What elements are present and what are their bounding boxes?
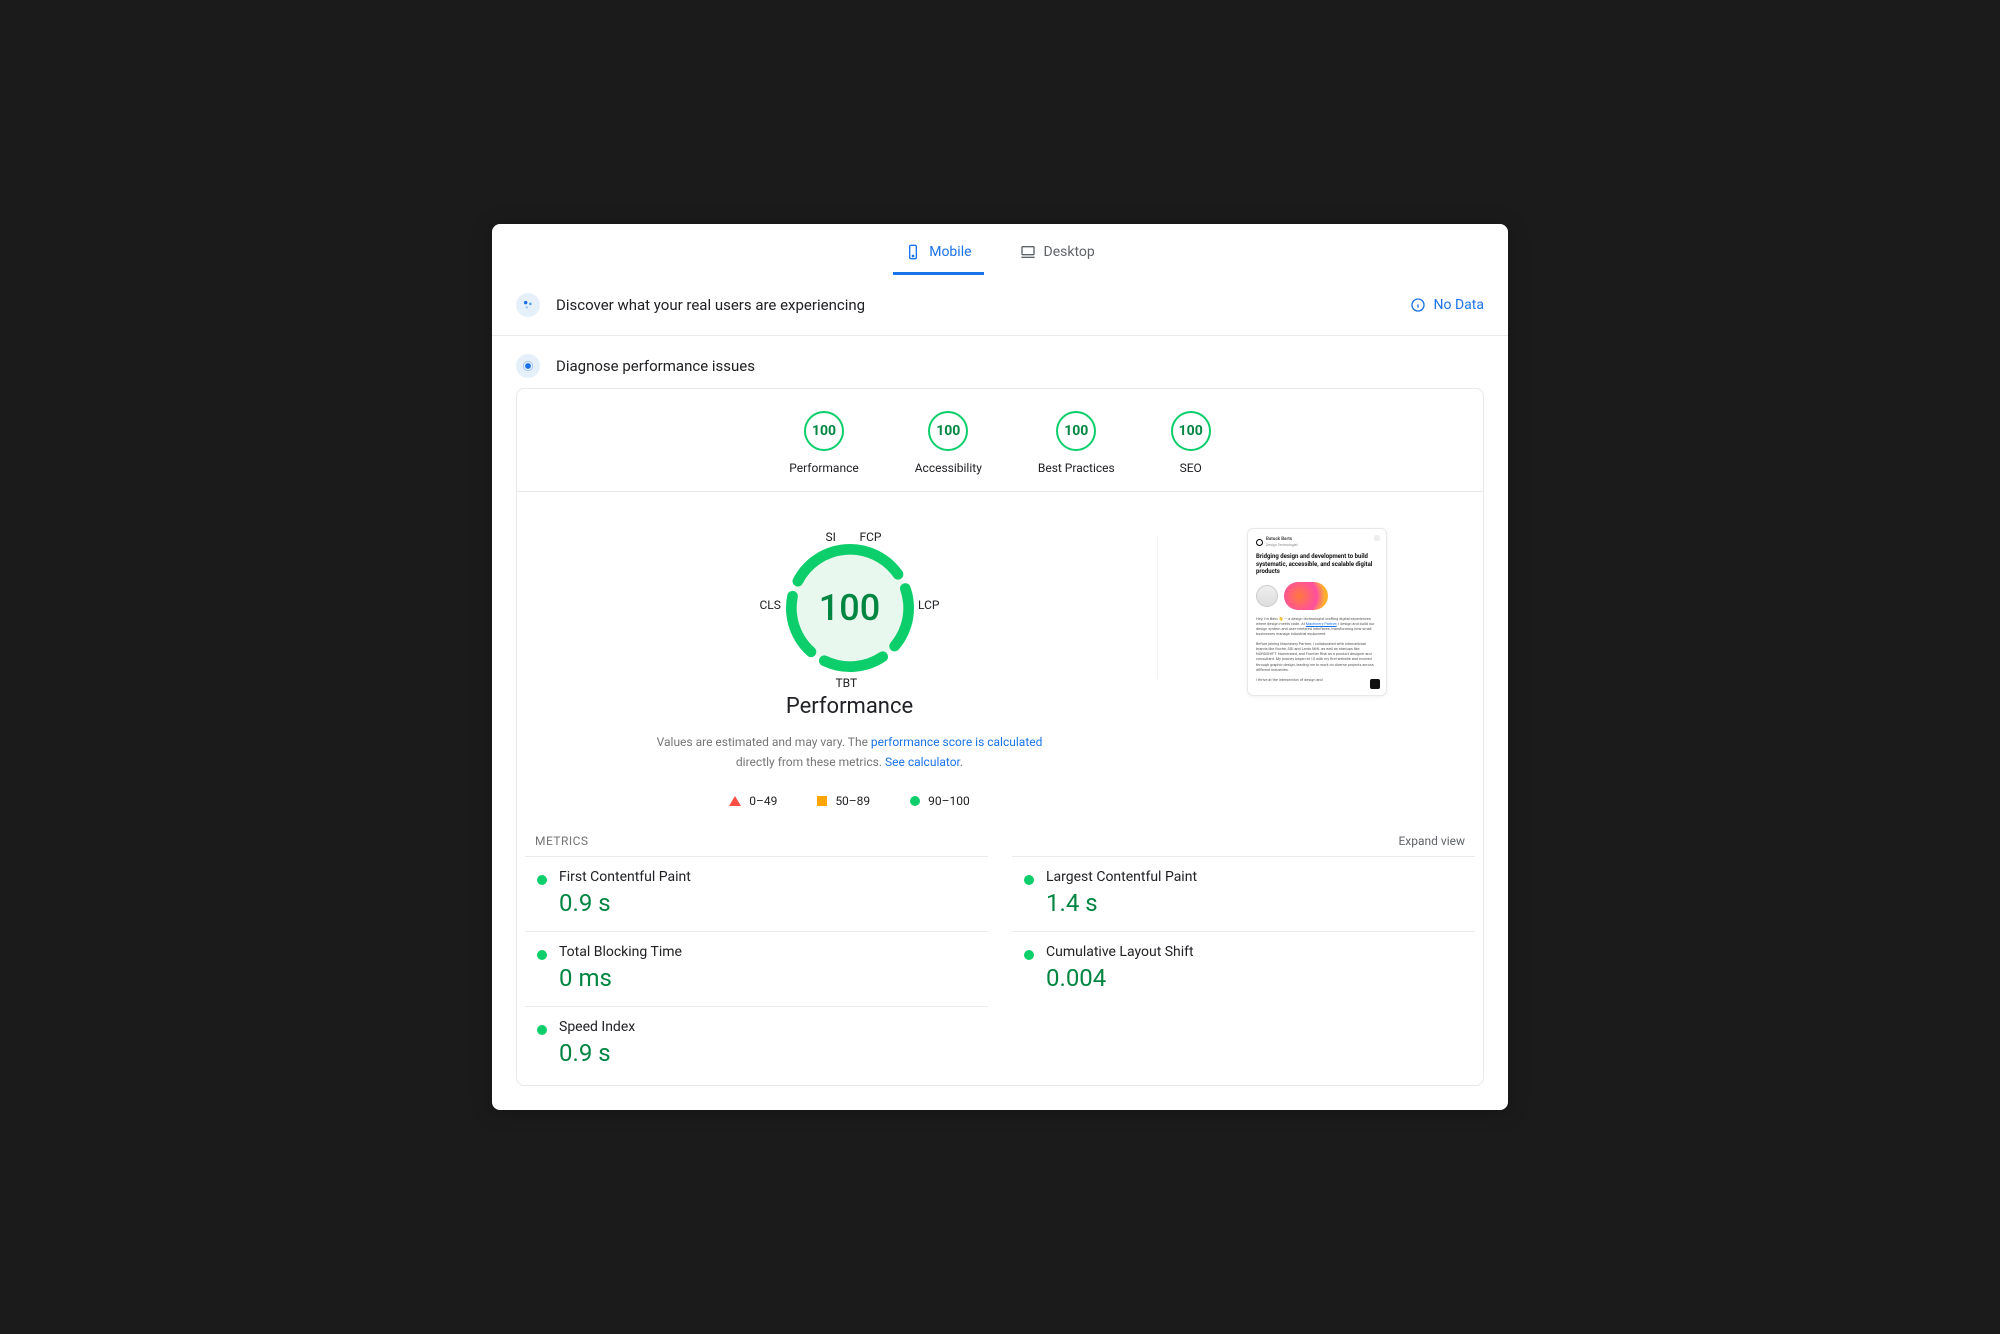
score-label: SEO <box>1180 461 1202 475</box>
real-users-section: Discover what your real users are experi… <box>492 275 1508 336</box>
tab-desktop[interactable]: Desktop <box>1008 234 1107 275</box>
pagespeed-report-window: Mobile Desktop Discover what your real u… <box>492 224 1508 1109</box>
performance-gauge-panel: SI FCP CLS LCP TBT 100 Performance Value… <box>533 528 1167 807</box>
legend-bad: 0–49 <box>729 794 777 808</box>
crux-icon <box>516 293 540 317</box>
score-best-practices[interactable]: 100 Best Practices <box>1038 411 1115 475</box>
legend-label: 0–49 <box>749 794 777 808</box>
preview-paragraph: Before joining Machinery Partner, I coll… <box>1256 641 1378 672</box>
score-label: Performance <box>789 461 858 475</box>
metric-name: Total Blocking Time <box>559 944 978 960</box>
tab-mobile[interactable]: Mobile <box>893 234 983 275</box>
site-logo-icon <box>1256 539 1263 546</box>
score-circle: 100 <box>1056 411 1096 451</box>
gauge-title: Performance <box>786 694 913 719</box>
metric-value: 0.9 s <box>559 1039 978 1067</box>
preview-role: Design Technologist <box>1266 543 1298 548</box>
score-accessibility[interactable]: 100 Accessibility <box>915 411 982 475</box>
metric-value: 0.004 <box>1046 964 1465 992</box>
performance-gauge: SI FCP CLS LCP TBT 100 <box>770 528 930 688</box>
floating-button-icon <box>1370 679 1380 689</box>
metric-name: Speed Index <box>559 1019 978 1035</box>
tab-mobile-label: Mobile <box>929 244 971 260</box>
metrics-header: METRICS Expand view <box>517 824 1483 856</box>
metric-value: 0.9 s <box>559 889 978 917</box>
metric-value: 1.4 s <box>1046 889 1465 917</box>
hero-graphic-icon <box>1284 582 1328 610</box>
metric-si: Speed Index 0.9 s <box>525 1006 988 1081</box>
circle-icon <box>910 796 920 806</box>
lighthouse-report: 100 Performance 100 Accessibility 100 Be… <box>516 388 1484 1085</box>
menu-icon <box>1374 535 1380 541</box>
expand-view-button[interactable]: Expand view <box>1398 834 1465 848</box>
info-icon <box>1410 297 1426 313</box>
performance-score-link[interactable]: performance score is calculated <box>871 735 1042 749</box>
square-icon <box>817 796 827 806</box>
gauge-note: Values are estimated and may vary. The p… <box>650 733 1050 771</box>
metric-cls: Cumulative Layout Shift 0.004 <box>1012 931 1475 1006</box>
tab-desktop-label: Desktop <box>1044 244 1095 260</box>
category-scores: 100 Performance 100 Accessibility 100 Be… <box>517 389 1483 492</box>
legend-good: 90–100 <box>910 794 970 808</box>
lab-title: Diagnose performance issues <box>556 357 1484 375</box>
mobile-icon <box>905 244 921 260</box>
metric-value: 0 ms <box>559 964 978 992</box>
metrics-title: METRICS <box>535 834 589 848</box>
mobile-preview: Batuck Barts Design Technologist Bridgin… <box>1247 528 1387 696</box>
preview-paragraph: I thrive at the intersection of design a… <box>1256 677 1378 682</box>
device-tabs: Mobile Desktop <box>492 224 1508 275</box>
no-data-label: No Data <box>1434 297 1484 313</box>
gauge-note-text: directly from these metrics. <box>736 755 885 769</box>
metric-tbt: Total Blocking Time 0 ms <box>525 931 988 1006</box>
lab-icon <box>516 354 540 378</box>
legend-avg: 50–89 <box>817 794 870 808</box>
gauge-note-text: . <box>960 755 963 769</box>
score-label: Best Practices <box>1038 461 1115 475</box>
metric-name: First Contentful Paint <box>559 869 978 885</box>
see-calculator-link[interactable]: See calculator <box>885 755 960 769</box>
no-data-link[interactable]: No Data <box>1410 297 1484 313</box>
metric-fcp: First Contentful Paint 0.9 s <box>525 856 988 931</box>
score-seo[interactable]: 100 SEO <box>1171 411 1211 475</box>
preview-headline: Bridging design and development to build… <box>1256 553 1378 576</box>
metric-name: Largest Contentful Paint <box>1046 869 1465 885</box>
score-performance[interactable]: 100 Performance <box>789 411 858 475</box>
page-screenshot-preview: Batuck Barts Design Technologist Bridgin… <box>1167 528 1467 807</box>
legend-label: 90–100 <box>928 794 970 808</box>
legend-label: 50–89 <box>835 794 870 808</box>
preview-paragraph: Hey, I'm Bato 👋 — a design technologist … <box>1256 616 1378 637</box>
lab-section: Diagnose performance issues <box>492 336 1508 388</box>
gauge-area: SI FCP CLS LCP TBT 100 Performance Value… <box>517 492 1483 823</box>
metric-name: Cumulative Layout Shift <box>1046 944 1465 960</box>
score-circle: 100 <box>1171 411 1211 451</box>
desktop-icon <box>1020 244 1036 260</box>
score-circle: 100 <box>804 411 844 451</box>
metrics-grid: First Contentful Paint 0.9 s Largest Con… <box>517 856 1483 1085</box>
score-legend: 0–49 50–89 90–100 <box>729 794 970 808</box>
metric-lcp: Largest Contentful Paint 1.4 s <box>1012 856 1475 931</box>
gauge-note-text: Values are estimated and may vary. The <box>657 735 871 749</box>
score-circle: 100 <box>928 411 968 451</box>
real-users-title: Discover what your real users are experi… <box>556 296 1394 314</box>
gauge-score: 100 <box>770 528 930 688</box>
score-label: Accessibility <box>915 461 982 475</box>
triangle-icon <box>729 796 741 806</box>
avatar-icon <box>1256 585 1278 607</box>
